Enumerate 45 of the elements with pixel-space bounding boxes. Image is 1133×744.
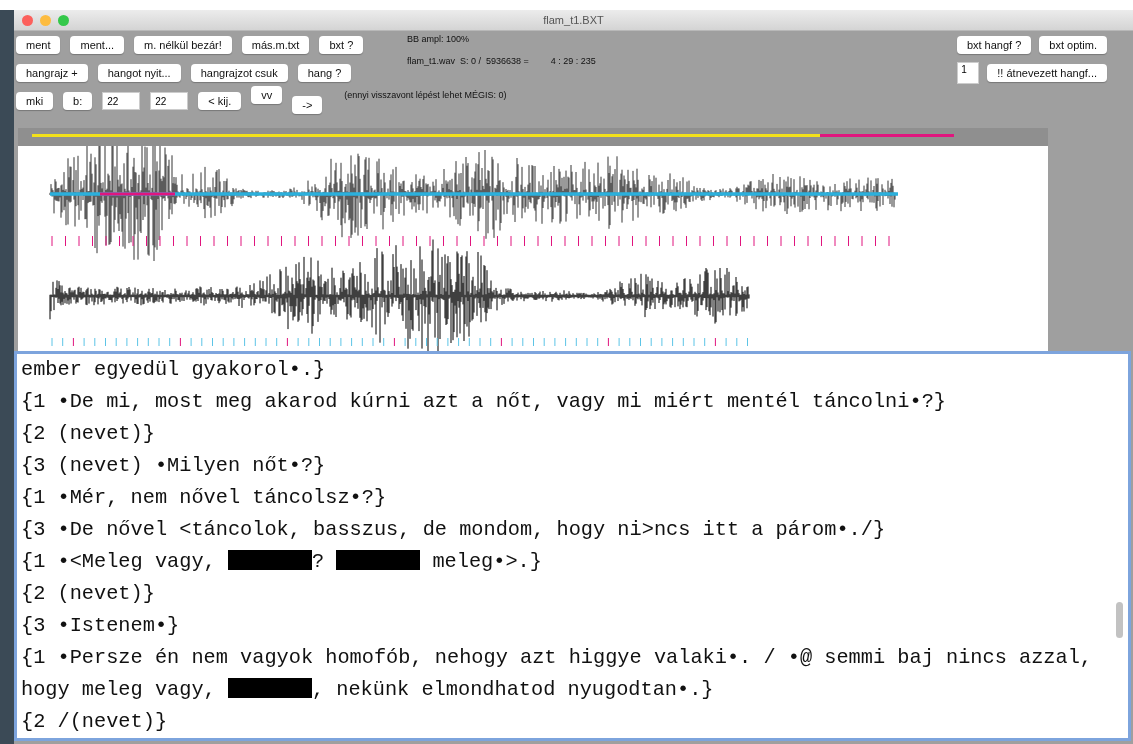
- number-field[interactable]: 22: [102, 92, 141, 110]
- number-field[interactable]: 22: [150, 92, 189, 110]
- number-field[interactable]: 1: [957, 62, 980, 84]
- transcript-text: {1 •De mi, most meg akarod kúrni azt a nőt, vagy mi miért mentél táncolni•?}: [21, 390, 946, 413]
- toolbar-button[interactable]: ment: [16, 36, 61, 54]
- toolbar-button[interactable]: !! átnevezett hangf...: [987, 64, 1107, 82]
- transcript-text: {2 /(nevet)}: [21, 710, 168, 733]
- transcript-text: {2 (nevet)}: [21, 422, 155, 445]
- transcript-text: ?: [311, 550, 326, 573]
- scrollbar-thumb[interactable]: [1116, 602, 1123, 638]
- toolbar-button[interactable]: < kij.: [198, 92, 242, 110]
- toolbar-button[interactable]: hang ?: [297, 64, 352, 82]
- toolbar-button[interactable]: bxt ?: [319, 36, 364, 54]
- close-icon[interactable]: [22, 14, 33, 26]
- toolbar-button[interactable]: b:: [63, 92, 93, 110]
- toolbar-button[interactable]: ment...: [70, 36, 125, 54]
- toolbar-button[interactable]: hangrajz +: [16, 64, 88, 82]
- transcript-text: hogy meleg vagy,: [21, 678, 217, 701]
- toolbar-button[interactable]: bxt hangf ?: [956, 36, 1032, 54]
- time-text: 4 : 29 : 235: [550, 56, 596, 66]
- toolbar-button[interactable]: vv: [251, 86, 283, 104]
- toolbar-button[interactable]: ->: [292, 96, 323, 114]
- transcript-text: {3 •Istenem•}: [21, 614, 180, 637]
- amplitude-text: BB ampl: 100%: [407, 34, 471, 44]
- transcript-text: {1 •Mér, nem nővel táncolsz•?}: [21, 486, 387, 509]
- transcript-text: {1 •Persze én nem vagyok homofób, nehogy azt higgye valaki•. / •@ semmi baj nincs azzal,: [21, 646, 1093, 669]
- transcript-text: {3 (nevet) •Milyen nőt•?}: [21, 454, 326, 477]
- transcript-text: {2 (nevet)}: [21, 582, 155, 605]
- undo-count-text: (ennyi visszavont lépést lehet MÉGIS: 0): [344, 90, 507, 100]
- toolbar-button[interactable]: m. nélkül bezár!: [134, 36, 232, 54]
- transcript-text: ember egyedül gyakorol•.}: [21, 358, 326, 381]
- toolbar-button[interactable]: más.m.txt: [241, 36, 310, 54]
- transcript-text: , nekünk elmondhatod nyugodtan•.}: [311, 678, 714, 701]
- toolbar-button[interactable]: hangot nyit...: [97, 64, 181, 82]
- toolbar-button[interactable]: bxt optim.: [1039, 36, 1107, 54]
- file-position-text: flam_t1.wav S: 0 / 5936638 =: [407, 56, 529, 66]
- transcript-editor[interactable]: [14, 351, 1131, 741]
- toolbar-button[interactable]: hangrajzot csuk: [190, 64, 288, 82]
- window-title: flam_t1.BXT: [543, 14, 604, 26]
- toolbar-button[interactable]: mki: [16, 92, 54, 110]
- minimize-icon[interactable]: [40, 14, 51, 26]
- transcript-text: {1 •<Meleg vagy,: [21, 550, 217, 573]
- transcript-text: meleg•>.}: [431, 550, 542, 573]
- zoom-icon[interactable]: [58, 14, 69, 26]
- transcript-text: {3 •De nővel <táncolok, basszus, de mondom, hogy ni>ncs itt a párom•./}: [21, 518, 886, 541]
